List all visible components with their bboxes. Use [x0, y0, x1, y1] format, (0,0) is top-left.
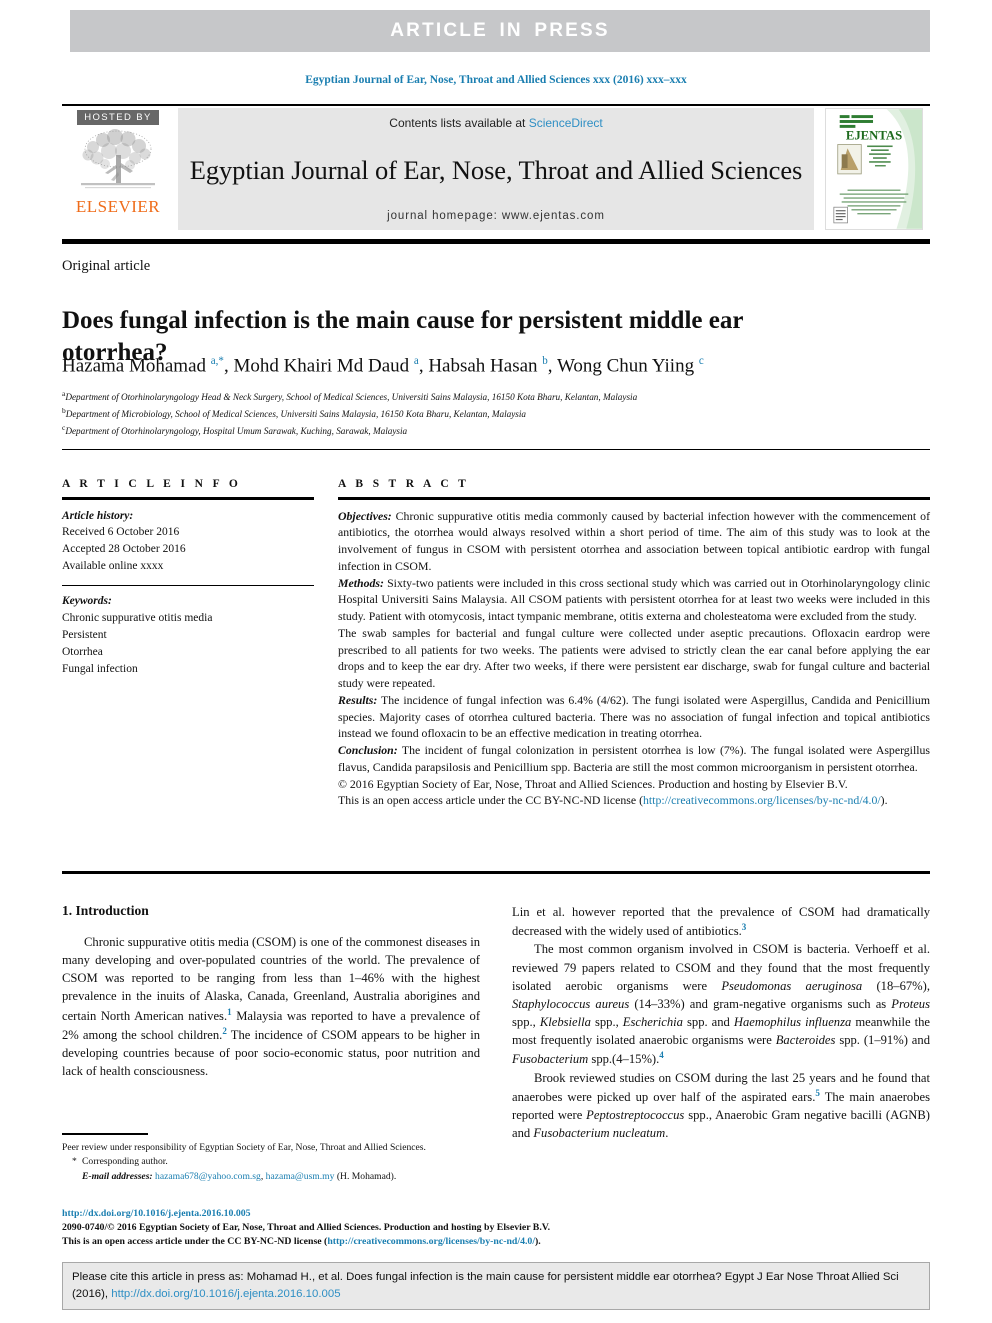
affiliation-list: aDepartment of Otorhinolaryngology Head … [62, 388, 932, 439]
abstract-bottom-rule [62, 871, 930, 874]
asterisk-icon: * [72, 1156, 77, 1168]
body-paragraph: The most common organism involved in CSO… [512, 942, 930, 1067]
abstract-methods-continued: The swab samples for bacterial and funga… [338, 625, 930, 690]
article-page: ARTICLE IN PRESS Egyptian Journal of Ear… [0, 0, 992, 1323]
article-info-heading: A R T I C L E I N F O [62, 478, 242, 490]
affiliation-item: bDepartment of Microbiology, School of M… [62, 405, 932, 422]
keyword-item: Persistent [62, 628, 107, 641]
journal-homepage[interactable]: journal homepage: www.ejentas.com [387, 210, 605, 222]
abstract-rule [338, 497, 930, 500]
doi-link[interactable]: http://dx.doi.org/10.1016/j.ejenta.2016.… [62, 1207, 942, 1221]
masthead-bottom-rule [62, 239, 930, 244]
abstract-conclusion: Conclusion: The incident of fungal colon… [338, 742, 930, 776]
svg-text:EJENTAS: EJENTAS [846, 129, 902, 143]
abstract-license-suffix: ). [880, 793, 888, 808]
journal-running-head: Egyptian Journal of Ear, Nose, Throat an… [305, 74, 687, 86]
email-author-suffix: (H. Mohamad). [334, 1170, 397, 1182]
abstract-methods: Methods: Sixty-two patients were include… [338, 575, 930, 625]
affiliation-text: Department of Otorhinolaryngology Head &… [65, 392, 638, 403]
article-info-column: A R T I C L E I N F O Article history: R… [62, 478, 314, 678]
elsevier-tree-icon [81, 129, 155, 189]
article-history-label: Article history: [62, 509, 134, 522]
history-item: Received 6 October 2016 [62, 526, 180, 539]
keyword-item: Fungal infection [62, 662, 138, 675]
section-heading-introduction: 1. Introduction [62, 903, 149, 918]
keywords-separator-rule [62, 585, 314, 587]
abstract-body: Objectives: Chronic suppurative otitis m… [338, 508, 930, 810]
abstract-methods-text: Sixty-two patients were included in this… [338, 575, 930, 624]
hosted-by-badge: HOSTED BY [77, 110, 159, 125]
email-link-1[interactable]: hazama678@yahoo.com.sg [155, 1171, 261, 1182]
affiliation-text: Department of Microbiology, School of Me… [65, 409, 527, 420]
abstract-objectives: Objectives: Chronic suppurative otitis m… [338, 508, 930, 575]
history-item: Accepted 28 October 2016 [62, 543, 186, 556]
footnote-separator-rule [62, 1133, 148, 1135]
contents-prefix: Contents lists available at [389, 116, 529, 130]
footnote-block: Peer review under responsibility of Egyp… [62, 1141, 482, 1184]
footnote-emails: E-mail addresses: hazama678@yahoo.com.sg… [62, 1170, 482, 1184]
citation-doi-link[interactable]: http://dx.doi.org/10.1016/j.ejenta.2016.… [111, 1288, 340, 1300]
footnote-peer-review: Peer review under responsibility of Egyp… [62, 1142, 426, 1153]
info-abstract-top-rule [62, 449, 930, 450]
abstract-heading: A B S T R A C T [338, 478, 470, 490]
elsevier-wordmark: ELSEVIER [75, 197, 161, 216]
abstract-copyright: © 2016 Egyptian Society of Ear, Nose, Th… [338, 776, 848, 791]
abstract-conclusion-text: The incident of fungal colonization in p… [338, 743, 930, 774]
footer-license-line: This is an open access article under the… [62, 1235, 942, 1249]
body-left-column: 1. Introduction Chronic suppurative otit… [62, 903, 480, 1080]
journal-cover-thumbnail-icon: EJENTAS [825, 108, 923, 230]
sciencedirect-link[interactable]: ScienceDirect [529, 116, 603, 130]
body-right-column: Lin et al. however reported that the pre… [512, 903, 930, 1142]
email-addresses-label: E-mail addresses: [82, 1170, 153, 1182]
abstract-objectives-text: Chronic suppurative otitis media commonl… [338, 508, 930, 573]
masthead-center: Contents lists available at ScienceDirec… [178, 108, 814, 230]
history-item: Available online xxxx [62, 560, 164, 573]
abstract-objectives-label: Objectives: [338, 508, 392, 523]
abstract-results: Results: The incidence of fungal infecti… [338, 692, 930, 742]
footer-license-prefix: This is an open access article under the… [62, 1235, 328, 1247]
email-link-2[interactable]: hazama@usm.my [266, 1171, 335, 1182]
corresponding-author-text: Corresponding author. [82, 1156, 168, 1168]
publisher-footer: http://dx.doi.org/10.1016/j.ejenta.2016.… [62, 1207, 942, 1249]
affiliation-item: cDepartment of Otorhinolaryngology, Hosp… [62, 422, 932, 439]
keywords-block: Keywords: Chronic suppurative otitis med… [62, 593, 314, 677]
abstract-methods-label: Methods: [338, 575, 384, 590]
abstract-license-prefix: This is an open access article under the… [338, 793, 643, 808]
footnote-corresponding-author: * Corresponding author. [62, 1155, 482, 1169]
citation-notice-box: Please cite this article in press as: Mo… [62, 1262, 930, 1310]
article-type-label: Original article [62, 258, 151, 274]
journal-masthead: HOSTED BY ELSEVIER Contents lists availa… [62, 106, 930, 232]
body-paragraph: Chronic suppurative otitis media (CSOM) … [62, 935, 481, 1079]
abstract-license-link[interactable]: http://creativecommons.org/licenses/by-n… [643, 793, 881, 807]
author-list: Hazama Mohamad a,*, Mohd Khairi Md Daud … [62, 355, 704, 377]
body-paragraph: Brook reviewed studies on CSOM during th… [512, 1070, 930, 1141]
keyword-item: Otorrhea [62, 645, 103, 658]
abstract-results-text: The incidence of fungal infection was 6.… [338, 692, 930, 741]
article-in-press-label: ARTICLE IN PRESS [390, 20, 610, 41]
issn-copyright-line: 2090-0740/© 2016 Egyptian Society of Ear… [62, 1221, 551, 1233]
keywords-label: Keywords: [62, 595, 112, 608]
abstract-license: This is an open access article under the… [338, 792, 930, 809]
journal-title: Egyptian Journal of Ear, Nose, Throat an… [189, 154, 803, 185]
abstract-conclusion-label: Conclusion: [338, 743, 398, 757]
footer-license-suffix: ). [535, 1235, 541, 1247]
body-paragraph: Lin et al. however reported that the pre… [512, 905, 930, 939]
footer-license-link[interactable]: http://creativecommons.org/licenses/by-n… [327, 1236, 535, 1247]
affiliation-text: Department of Otorhinolaryngology, Hospi… [65, 426, 408, 437]
contents-available-line: Contents lists available at ScienceDirec… [389, 116, 602, 130]
article-history-block: Article history: Received 6 October 2016… [62, 508, 314, 576]
article-info-rule [62, 497, 314, 500]
affiliation-item: aDepartment of Otorhinolaryngology Head … [62, 388, 932, 405]
abstract-results-label: Results: [338, 692, 378, 707]
keyword-item: Chronic suppurative otitis media [62, 611, 213, 624]
journal-cover-block: EJENTAS [818, 106, 930, 232]
article-in-press-banner: ARTICLE IN PRESS [70, 10, 930, 52]
elsevier-logo-block: HOSTED BY ELSEVIER [62, 106, 174, 232]
abstract-column: A B S T R A C T Objectives: Chronic supp… [338, 478, 930, 809]
